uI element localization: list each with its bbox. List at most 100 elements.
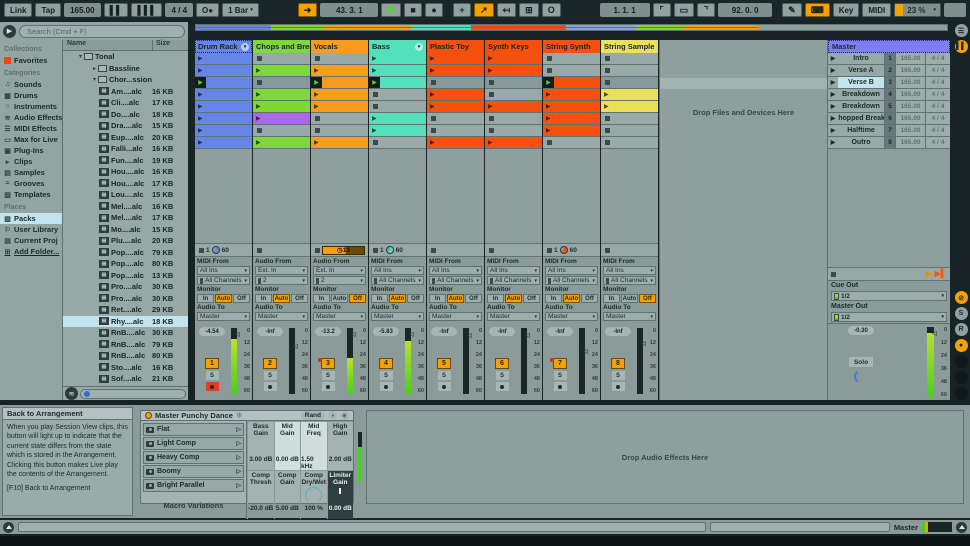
empty-clip-slot[interactable] [311, 113, 368, 125]
input-channel-dropdown[interactable]: 2▾ [255, 276, 308, 285]
macro-knob[interactable] [279, 487, 296, 504]
monitor-in[interactable]: In [429, 294, 446, 303]
file-row[interactable]: ▦Pro....alc30 KB [63, 293, 188, 305]
scene-signature[interactable]: 4 / 4 [925, 101, 950, 112]
clip-slot[interactable]: ▶ [369, 65, 426, 77]
clip-playing-icon[interactable]: ▶ [543, 77, 554, 88]
file-row[interactable]: ▦RnB....alc79 KB [63, 339, 188, 351]
variation-snapshot-icon[interactable] [146, 427, 154, 433]
clip-play-icon[interactable]: ▶ [430, 103, 435, 110]
clip-slot[interactable]: ▶ [427, 53, 484, 65]
monitor-in[interactable]: In [487, 294, 504, 303]
clip-slot[interactable]: ▶ [311, 65, 368, 77]
clip-stop-icon[interactable] [547, 68, 552, 73]
monitor-switch[interactable]: InAutoOff [487, 294, 540, 303]
clip-play-icon[interactable]: ▶ [488, 103, 493, 110]
cue-out-dropdown[interactable]: 1/2▾ [831, 291, 947, 301]
returns-section-toggle[interactable]: R [955, 323, 968, 336]
clip-slot-playing[interactable]: ▶ [369, 77, 426, 89]
pan-knob[interactable] [203, 338, 221, 356]
clip-slot[interactable]: ▶ [543, 113, 600, 125]
clip-slot[interactable]: ▶ [369, 53, 426, 65]
clip-play-icon[interactable]: ▶ [372, 115, 377, 122]
sidebar-item-midi-effects[interactable]: ☰MIDI Effects [4, 123, 62, 134]
scene-tempo[interactable]: 165.00 [895, 137, 925, 148]
empty-clip-slot[interactable] [369, 137, 426, 149]
volume-fader-handle[interactable]: ◁ [235, 331, 240, 338]
input-source-dropdown[interactable]: All Ins▾ [487, 266, 540, 275]
sidebar-item-packs[interactable]: ▧Packs [0, 213, 62, 224]
clip-slot[interactable]: ▶ [427, 65, 484, 77]
empty-clip-slot[interactable] [485, 89, 542, 101]
scene-row[interactable]: ▶Chopped Breaks6165.004 / 4 [828, 113, 950, 125]
macro-high-gain[interactable]: High Gain2.00 dB [327, 421, 354, 470]
output-dropdown[interactable]: Master▾ [313, 312, 366, 321]
clip-stop-icon[interactable] [373, 104, 378, 109]
arrangement-overview-strip[interactable] [195, 24, 948, 31]
monitor-auto[interactable]: Auto [389, 294, 406, 303]
clip-stop-icon[interactable] [373, 140, 378, 145]
output-dropdown[interactable]: Master▾ [429, 312, 482, 321]
file-row[interactable]: ▦Lou....alc15 KB [63, 189, 188, 201]
track-header[interactable]: String Sample [601, 40, 658, 53]
track-activator-button[interactable]: 1 [205, 358, 219, 369]
scene-name[interactable]: Breakdown [838, 101, 884, 112]
cue-volume-knob[interactable] [854, 369, 869, 384]
clip-playing-icon[interactable]: ▶ [195, 77, 206, 88]
scene-tempo[interactable]: 165.00 [895, 125, 925, 136]
clip-slot[interactable]: ▶ [369, 113, 426, 125]
output-dropdown[interactable]: Master▾ [255, 312, 308, 321]
clip-slot-playing[interactable]: ▶ [195, 77, 252, 89]
level-meter-area[interactable]: 01224364860◁ [400, 327, 425, 398]
file-row[interactable]: ▦Pop....alc79 KB [63, 247, 188, 259]
empty-clip-slot[interactable] [601, 113, 658, 125]
scene-tempo[interactable]: 165.00 [895, 53, 925, 64]
macro-knob[interactable] [252, 487, 269, 504]
nudge-down-button[interactable]: ▌▌ [104, 3, 129, 17]
monitor-in[interactable]: In [371, 294, 388, 303]
clip-slot[interactable]: ▶ [253, 137, 310, 149]
macro-bass-gain[interactable]: Bass Gain3.00 dB [247, 421, 274, 470]
sidebar-item-grooves[interactable]: ≈Grooves [4, 178, 62, 189]
file-row[interactable]: ▦Dra....alc15 KB [63, 120, 188, 132]
clip-stop-icon[interactable] [431, 116, 436, 121]
macro-knob[interactable] [305, 487, 322, 504]
pan-knob[interactable] [435, 338, 453, 356]
monitor-switch[interactable]: InAutoOff [313, 294, 366, 303]
output-dropdown[interactable]: Master▾ [371, 312, 424, 321]
computer-midi-keyboard-button[interactable]: ⌨ [805, 3, 830, 17]
sidebar-item-current-proj[interactable]: ▤Current Proj [4, 235, 62, 246]
clip-play-icon[interactable]: ▶ [546, 91, 551, 98]
clip-stop-icon[interactable] [605, 140, 610, 145]
arm-button[interactable] [496, 382, 509, 391]
stop-all-icon[interactable] [373, 248, 378, 253]
scene-launch-icon[interactable]: ▶ [828, 125, 838, 136]
arm-button[interactable] [322, 382, 335, 391]
clip-slot[interactable]: ▶ [601, 89, 658, 101]
volume-fader-handle[interactable]: ◁ [351, 331, 356, 338]
clip-play-icon[interactable]: ▶ [314, 103, 319, 110]
monitor-auto[interactable]: Auto [215, 294, 232, 303]
stop-all-clips-icon[interactable] [831, 272, 836, 277]
tempo-display[interactable]: 165.00 [64, 3, 100, 17]
clip-slot[interactable]: ▶ [543, 101, 600, 113]
empty-clip-slot[interactable] [485, 113, 542, 125]
sidebar-item-sounds[interactable]: ♫Sounds [4, 79, 62, 90]
performance-toggle[interactable] [955, 387, 968, 400]
file-row[interactable]: ▦RnB....alc80 KB [63, 350, 188, 362]
stop-button[interactable]: ■ [404, 3, 422, 17]
volume-value[interactable]: -Inf [431, 327, 457, 336]
monitor-off[interactable]: Off [291, 294, 308, 303]
input-source-dropdown[interactable]: Ext. In▾ [313, 266, 366, 275]
loop-button[interactable]: ▭ [674, 3, 695, 17]
arm-button[interactable] [612, 382, 625, 391]
variation-launch-icon[interactable]: ▷ [236, 440, 241, 447]
clip-slot[interactable]: ▶ [427, 137, 484, 149]
file-row[interactable]: ▦Rhy....alc18 KB [63, 316, 188, 328]
track-activator-button[interactable]: 4 [379, 358, 393, 369]
master-level-meter-area[interactable]: 01224364860◁ [886, 326, 948, 398]
empty-clip-slot[interactable] [427, 113, 484, 125]
track-delay-toggle[interactable] [955, 355, 968, 368]
variation-launch-icon[interactable]: ▷ [236, 426, 241, 433]
tree-row[interactable]: ▾Chor...ssion [63, 74, 188, 86]
